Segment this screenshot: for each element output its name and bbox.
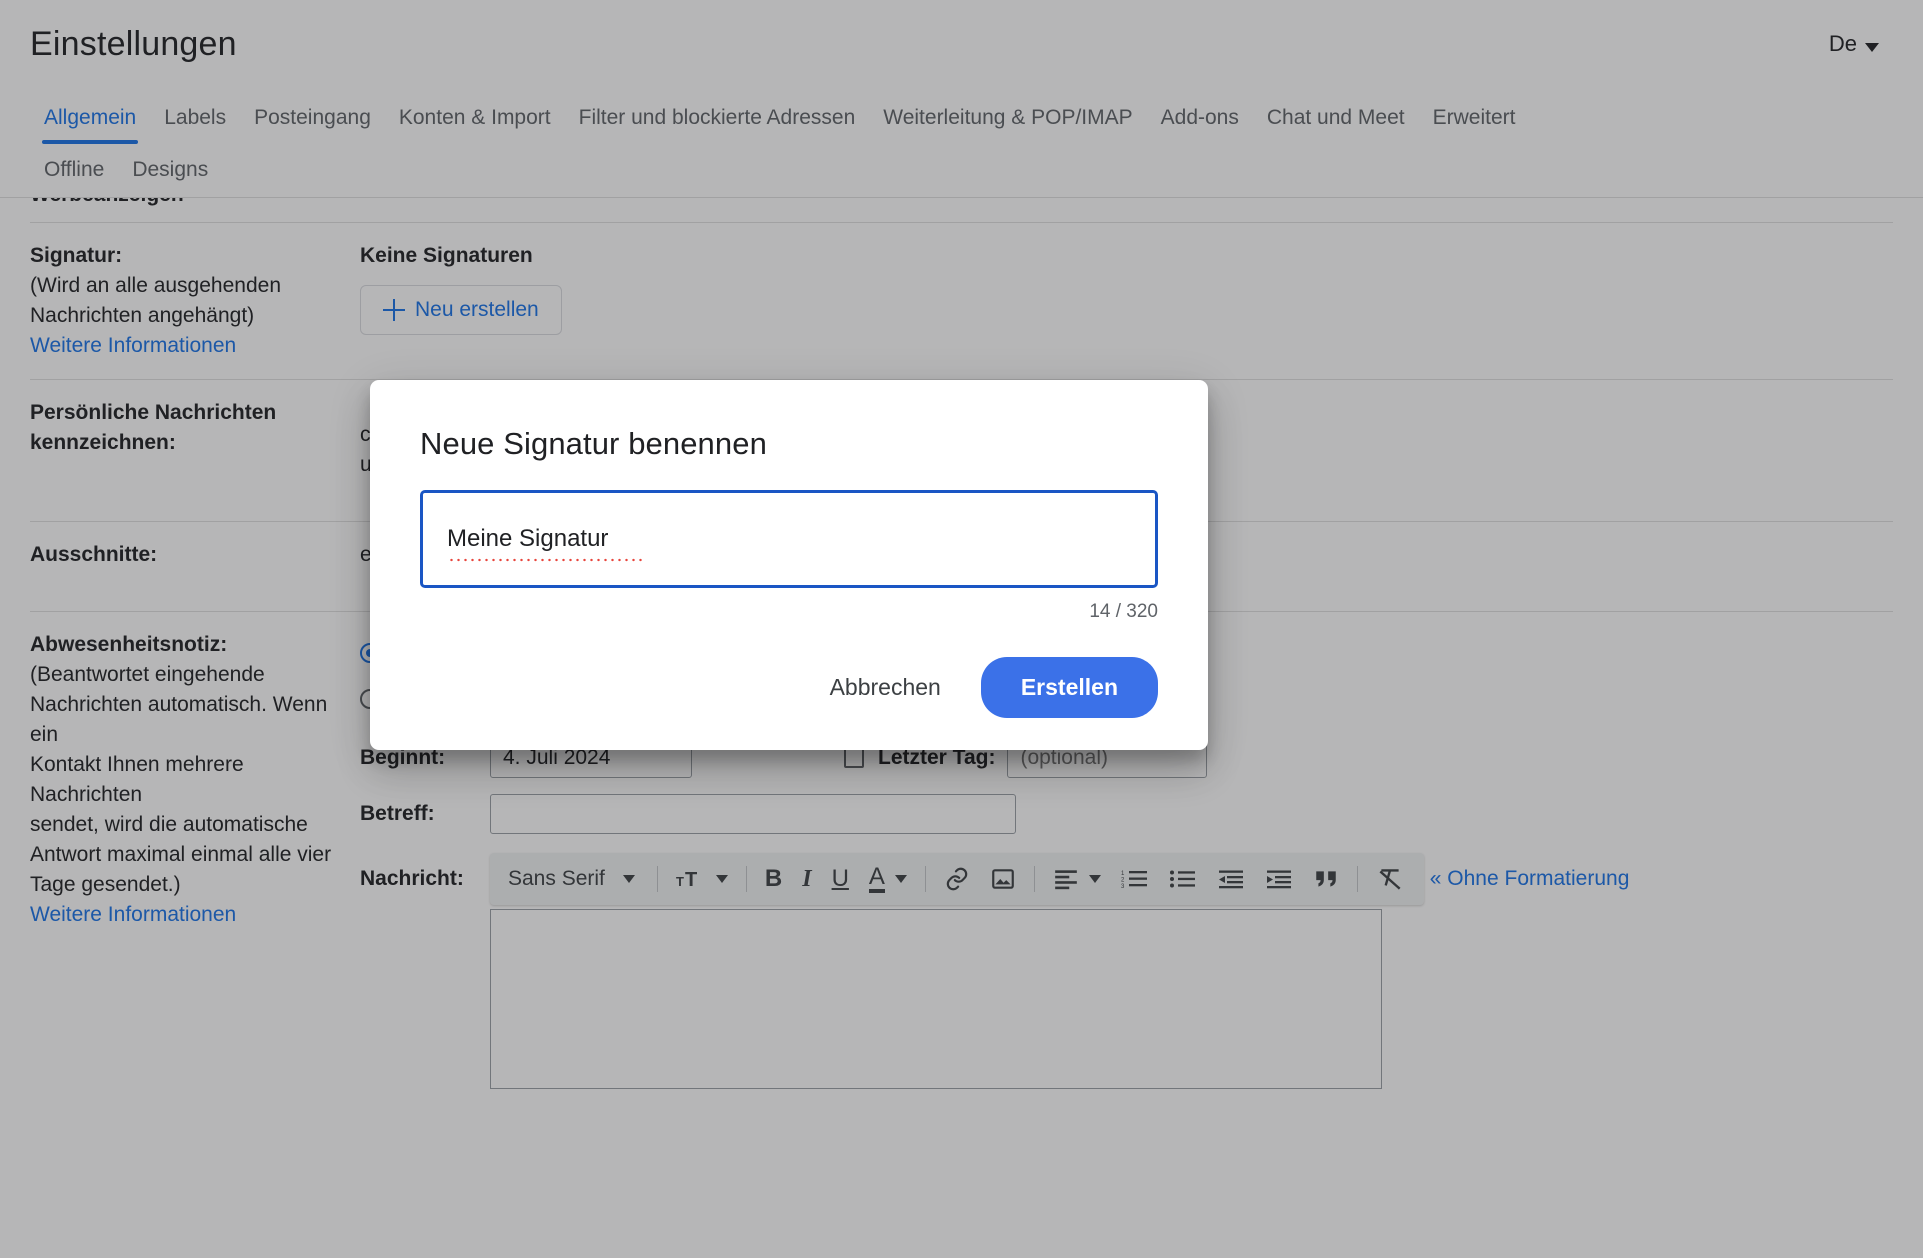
character-counter: 14 / 320 [1089, 601, 1158, 622]
dialog-input-shell [420, 490, 1158, 588]
dialog-actions: Abbrechen Erstellen [420, 657, 1158, 718]
create-button[interactable]: Erstellen [980, 657, 1158, 718]
signature-name-input[interactable] [420, 490, 1158, 588]
name-signature-dialog: Neue Signatur benennen 14 / 320 Abbreche… [370, 380, 1208, 750]
cancel-button[interactable]: Abbrechen [808, 660, 963, 715]
dialog-title: Neue Signatur benennen [420, 426, 767, 461]
